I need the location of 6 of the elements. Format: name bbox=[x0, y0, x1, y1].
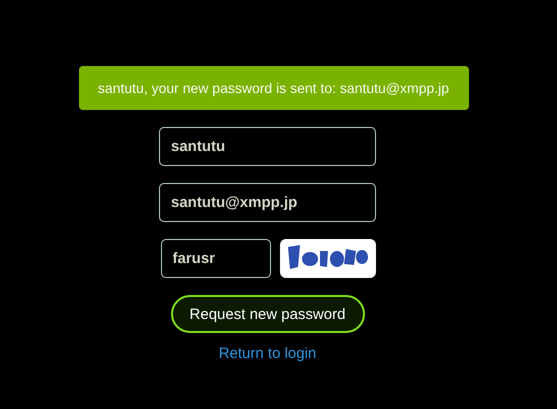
captcha-field[interactable]: farusr bbox=[160, 239, 270, 278]
request-password-button[interactable]: Request new password bbox=[170, 295, 364, 333]
return-to-login-link[interactable]: Return to login bbox=[218, 345, 316, 362]
text-field[interactable]: santutu@xmpp.jp bbox=[159, 183, 376, 222]
text-field[interactable]: santutu bbox=[159, 127, 376, 166]
success-message: santutu, your new password is sent to: santutu@xmpp.jp bbox=[78, 66, 468, 110]
